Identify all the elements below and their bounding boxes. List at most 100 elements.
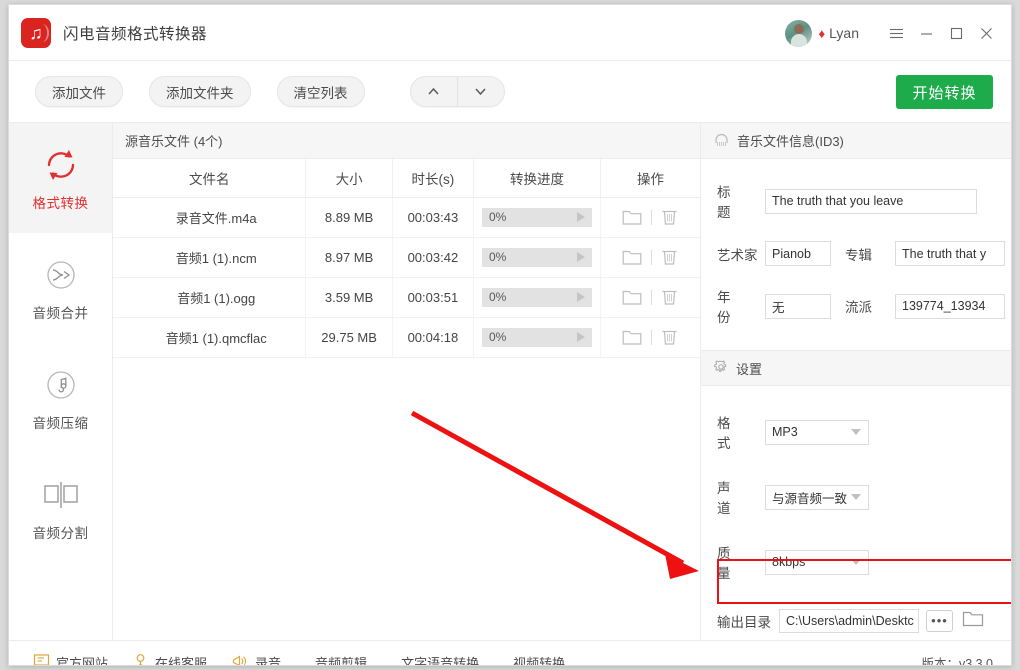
genre-input[interactable]: 139774_13934 [895, 294, 1005, 319]
progress-bar: 0% [482, 248, 592, 267]
table-row[interactable]: 音频1 (1).ogg3.59 MB00:03:510% [113, 277, 700, 317]
title-bar: ♫ 闪电音频格式转换器 ♦ Lyan [9, 5, 1011, 61]
sidebar: 格式转换 音频合并 [9, 123, 113, 640]
folder-icon[interactable] [622, 209, 642, 226]
column-header-size[interactable]: 大小 [306, 159, 392, 197]
play-triangle-icon[interactable] [577, 292, 585, 302]
user-name[interactable]: Lyan [829, 25, 859, 41]
cell-progress: 0% [474, 277, 601, 317]
megaphone-icon [231, 653, 249, 667]
footer-item-record[interactable]: 录音 [231, 653, 281, 667]
cell-size: 8.89 MB [306, 197, 392, 237]
cell-duration: 00:04:18 [392, 317, 473, 357]
column-header-duration[interactable]: 时长(s) [392, 159, 473, 197]
minimize-icon[interactable] [911, 18, 941, 48]
play-triangle-icon[interactable] [577, 252, 585, 262]
footer-item-label: 视频转换 [513, 653, 565, 666]
footer-item-video-convert[interactable]: 视频转换 [513, 653, 565, 666]
person-icon [132, 653, 149, 667]
sidebar-item-audio-compress[interactable]: 音频压缩 [9, 343, 112, 453]
channel-label: 声 道 [717, 477, 765, 517]
split-icon [42, 474, 80, 516]
add-folder-button[interactable]: 添加文件夹 [149, 76, 251, 107]
footer-item-label: 音频剪辑 [315, 653, 367, 666]
album-input[interactable]: The truth that y [895, 241, 1005, 266]
folder-icon[interactable] [622, 249, 642, 266]
cell-duration: 00:03:51 [392, 277, 473, 317]
table-row[interactable]: 录音文件.m4a8.89 MB00:03:430% [113, 197, 700, 237]
format-label: 格 式 [717, 412, 765, 452]
folder-icon[interactable] [622, 329, 642, 346]
progress-bar: 0% [482, 288, 592, 307]
cell-duration: 00:03:43 [392, 197, 473, 237]
play-triangle-icon[interactable] [577, 332, 585, 342]
monitor-icon [33, 653, 50, 667]
progress-percent: 0% [489, 250, 506, 264]
footer-item-label: 录音 [255, 653, 281, 666]
trash-icon[interactable] [661, 328, 678, 346]
chevron-down-icon[interactable] [457, 77, 504, 106]
add-file-button[interactable]: 添加文件 [35, 76, 123, 107]
music-note-circle-icon [44, 364, 78, 406]
chevron-up-icon[interactable] [411, 77, 457, 106]
table-row[interactable]: 音频1 (1).qmcflac29.75 MB00:04:180% [113, 317, 700, 357]
app-window: ♫ 闪电音频格式转换器 ♦ Lyan [8, 4, 1012, 666]
clear-list-button[interactable]: 清空列表 [277, 76, 365, 107]
start-convert-button[interactable]: 开始转换 [896, 75, 993, 109]
cell-filename: 音频1 (1).ogg [113, 277, 306, 317]
sidebar-item-format-convert[interactable]: 格式转换 [9, 123, 112, 233]
vip-crown-icon: ♦ [819, 27, 826, 40]
avatar[interactable] [785, 20, 812, 47]
column-header-progress[interactable]: 转换进度 [474, 159, 601, 197]
artist-input[interactable]: Pianob [765, 241, 831, 266]
footer-item-audio-edit[interactable]: 音频剪辑 [315, 653, 367, 666]
quality-select[interactable]: 8kbps [765, 550, 869, 575]
channel-select[interactable]: 与源音频一致 [765, 485, 869, 510]
year-input[interactable]: 无 [765, 294, 831, 319]
action-divider [651, 290, 652, 305]
cell-actions [600, 197, 700, 237]
genre-label: 流派 [845, 296, 895, 316]
trash-icon[interactable] [661, 208, 678, 226]
refresh-circle-icon [42, 144, 80, 186]
quality-label: 质 量 [717, 542, 765, 582]
artist-label: 艺术家 [717, 244, 765, 264]
browse-button[interactable]: ••• [926, 610, 953, 632]
cell-filename: 音频1 (1).ncm [113, 237, 306, 277]
file-list-section-title: 源音乐文件 (4个) [113, 123, 700, 159]
file-list-panel: 源音乐文件 (4个) 文件名 大小 时长(s) 转换进度 操作 录音文件.m4a… [113, 123, 701, 640]
footer-item-online-support[interactable]: 在线客服 [132, 653, 207, 667]
footer-item-text-to-speech[interactable]: 文字语音转换 [401, 653, 479, 666]
cell-actions [600, 237, 700, 277]
format-select[interactable]: MP3 [765, 420, 869, 445]
trash-icon[interactable] [661, 288, 678, 306]
progress-bar: 0% [482, 328, 592, 347]
maximize-icon[interactable] [941, 18, 971, 48]
footer-item-label: 在线客服 [155, 653, 207, 666]
sidebar-item-audio-merge[interactable]: 音频合并 [9, 233, 112, 343]
title-input[interactable]: The truth that you leave [765, 189, 977, 214]
progress-percent: 0% [489, 330, 506, 344]
gear-icon [713, 359, 729, 378]
output-dir-input[interactable]: C:\Users\admin\Desktc [779, 609, 919, 633]
table-row[interactable]: 音频1 (1).ncm8.97 MB00:03:420% [113, 237, 700, 277]
sidebar-item-audio-split[interactable]: 音频分割 [9, 453, 112, 563]
year-genre-row: 年 份 无 流派 139774_13934 [701, 286, 1011, 326]
cell-filename: 录音文件.m4a [113, 197, 306, 237]
close-icon[interactable] [971, 18, 1001, 48]
trash-icon[interactable] [661, 248, 678, 266]
footer-item-official-site[interactable]: 官方网站 [33, 653, 108, 667]
format-row: 格 式 MP3 [701, 412, 1011, 452]
folder-icon[interactable] [622, 289, 642, 306]
menu-icon[interactable] [881, 18, 911, 48]
column-header-actions: 操作 [600, 159, 700, 197]
app-title: 闪电音频格式转换器 [63, 22, 207, 44]
column-header-filename[interactable]: 文件名 [113, 159, 306, 197]
file-table: 文件名 大小 时长(s) 转换进度 操作 录音文件.m4a8.89 MB00:0… [113, 159, 700, 358]
table-header-row: 文件名 大小 时长(s) 转换进度 操作 [113, 159, 700, 197]
sidebar-item-label: 音频分割 [33, 522, 89, 542]
app-logo-icon: ♫ [21, 18, 51, 48]
channel-row: 声 道 与源音频一致 [701, 477, 1011, 517]
play-triangle-icon[interactable] [577, 212, 585, 222]
open-output-folder-icon[interactable] [962, 609, 984, 633]
